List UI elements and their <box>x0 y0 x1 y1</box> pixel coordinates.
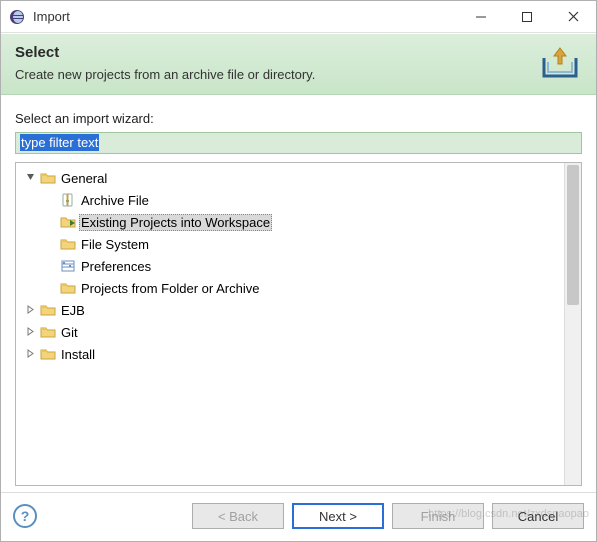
minimize-button[interactable] <box>458 1 504 33</box>
tree-row-label: General <box>59 170 109 187</box>
archive-icon <box>60 192 76 208</box>
chevron-right-icon[interactable] <box>23 326 37 339</box>
window-title: Import <box>33 9 70 24</box>
tree-row[interactable]: Projects from Folder or Archive <box>20 277 564 299</box>
filter-label: Select an import wizard: <box>15 111 582 126</box>
tree-row[interactable]: Git <box>20 321 564 343</box>
wizard-banner: Select Create new projects from an archi… <box>1 33 596 95</box>
wizard-content: Select an import wizard: type filter tex… <box>1 95 596 492</box>
vertical-scrollbar[interactable] <box>564 163 581 485</box>
filter-input[interactable]: type filter text <box>15 132 582 154</box>
back-button[interactable]: < Back <box>192 503 284 529</box>
next-button[interactable]: Next > <box>292 503 384 529</box>
filter-input-value: type filter text <box>20 134 99 151</box>
banner-heading: Select <box>15 44 530 61</box>
tree-row-label: Git <box>59 324 80 341</box>
finish-button[interactable]: Finish <box>392 503 484 529</box>
chevron-right-icon[interactable] <box>23 304 37 317</box>
import-icon <box>538 46 582 82</box>
tree-row[interactable]: EJB <box>20 299 564 321</box>
tree-row[interactable]: File System <box>20 233 564 255</box>
finish-button-label: Finish <box>421 509 456 524</box>
tree-row-label: Projects from Folder or Archive <box>79 280 261 297</box>
tree-container: General Archive File Existing Projects int… <box>15 162 582 486</box>
tree-row-label: File System <box>79 236 151 253</box>
folder-icon <box>60 280 76 296</box>
folder-closed-icon <box>40 346 56 362</box>
button-bar: ? < Back Next > Finish Cancel <box>1 492 596 541</box>
tree-row-label: Existing Projects into Workspace <box>79 214 272 231</box>
titlebar: Import <box>1 1 596 33</box>
folder-icon <box>60 236 76 252</box>
cancel-button-label: Cancel <box>518 509 558 524</box>
chevron-down-icon[interactable] <box>23 172 37 185</box>
tree-row[interactable]: Existing Projects into Workspace <box>20 211 564 233</box>
close-button[interactable] <box>550 1 596 33</box>
chevron-right-icon[interactable] <box>23 348 37 361</box>
maximize-button[interactable] <box>504 1 550 33</box>
tree-row[interactable]: General <box>20 167 564 189</box>
help-button[interactable]: ? <box>13 504 37 528</box>
scrollbar-thumb[interactable] <box>567 165 579 305</box>
tree-row-label: Preferences <box>79 258 153 275</box>
project-icon <box>60 214 76 230</box>
tree-row-label: Archive File <box>79 192 151 209</box>
cancel-button[interactable]: Cancel <box>492 503 584 529</box>
tree-row-label: Install <box>59 346 97 363</box>
folder-closed-icon <box>40 324 56 340</box>
back-button-label: < Back <box>218 509 258 524</box>
folder-open-icon <box>40 170 56 186</box>
next-button-label: Next > <box>319 509 357 524</box>
import-wizard-tree[interactable]: General Archive File Existing Projects int… <box>16 163 564 485</box>
banner-description: Create new projects from an archive file… <box>15 67 530 82</box>
tree-row[interactable]: Preferences <box>20 255 564 277</box>
folder-closed-icon <box>40 302 56 318</box>
tree-row-label: EJB <box>59 302 87 319</box>
prefs-icon <box>60 258 76 274</box>
tree-row[interactable]: Archive File <box>20 189 564 211</box>
tree-row[interactable]: Install <box>20 343 564 365</box>
eclipse-icon <box>9 9 25 25</box>
